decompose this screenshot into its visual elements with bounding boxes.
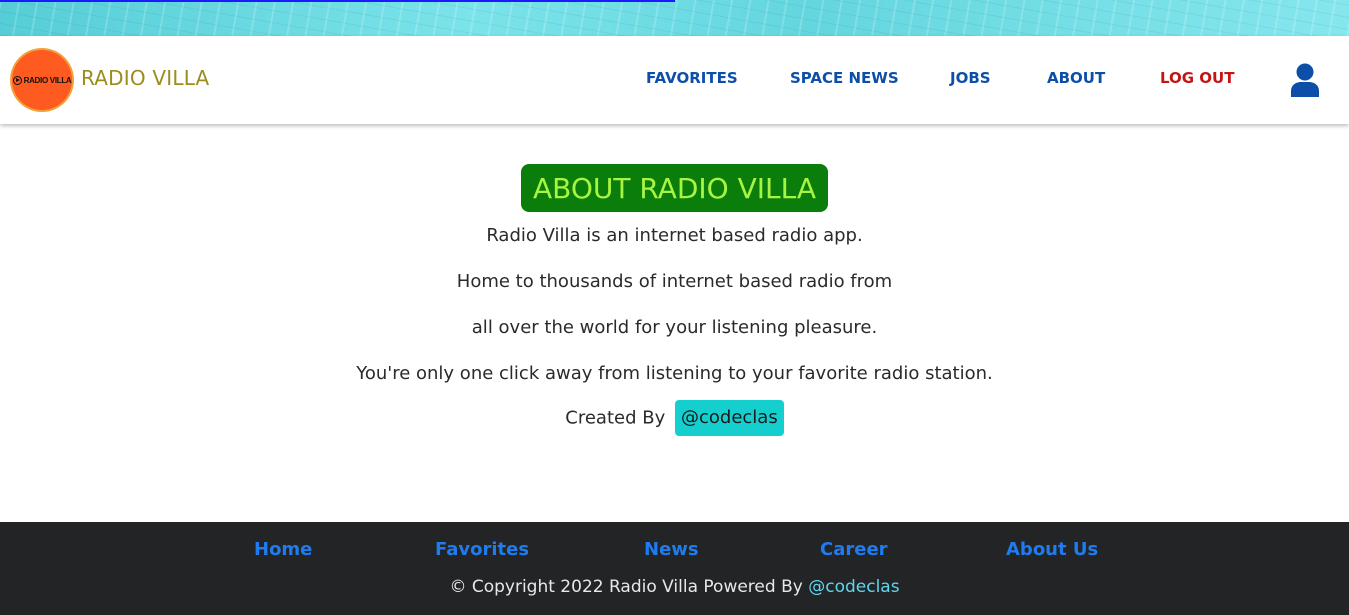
logo-text: RADIO VILLA	[23, 75, 72, 85]
about-paragraph-1: Radio Villa is an internet based radio a…	[486, 225, 863, 246]
brand-name[interactable]: RADIO VILLA	[81, 66, 209, 90]
loading-progress-bar	[0, 0, 675, 2]
nav-logout[interactable]: LOG OUT	[1160, 69, 1234, 87]
powered-by-link[interactable]: @codeclas	[808, 577, 899, 597]
nav-space-news[interactable]: SPACE NEWS	[790, 69, 899, 87]
logo-badge: RADIO VILLA	[12, 50, 72, 110]
logo[interactable]: RADIO VILLA	[10, 48, 74, 112]
nav-jobs[interactable]: JOBS	[950, 69, 991, 87]
footer-link-about-us[interactable]: About Us	[1006, 539, 1098, 560]
top-banner	[0, 0, 1349, 36]
about-paragraph-2: Home to thousands of internet based radi…	[456, 271, 893, 292]
footer-link-favorites[interactable]: Favorites	[435, 539, 529, 560]
nav-favorites[interactable]: FAVORITES	[646, 69, 738, 87]
footer-link-home[interactable]: Home	[254, 539, 312, 560]
author-link[interactable]: @codeclas	[674, 400, 784, 436]
about-paragraph-3: all over the world for your listening pl…	[471, 317, 878, 338]
about-section: ABOUT RADIO VILLA Radio Villa is an inte…	[0, 124, 1349, 522]
copyright-text: © Copyright 2022 Radio Villa Powered By	[449, 577, 803, 597]
copyright: © Copyright 2022 Radio Villa Powered By …	[0, 577, 1349, 597]
footer: Home Favorites News Career About Us © Co…	[0, 522, 1349, 615]
created-by-label: Created By	[565, 407, 666, 429]
play-icon	[12, 75, 22, 85]
footer-link-career[interactable]: Career	[820, 539, 888, 560]
banner-image	[0, 0, 1349, 36]
footer-link-news[interactable]: News	[644, 539, 699, 560]
navbar: RADIO VILLA RADIO VILLA FAVORITES SPACE …	[0, 36, 1349, 124]
user-icon[interactable]	[1290, 63, 1320, 97]
created-by-row: Created By @codeclas	[0, 400, 1349, 436]
about-paragraph-4: You're only one click away from listenin…	[356, 363, 993, 384]
page-title: ABOUT RADIO VILLA	[521, 164, 828, 212]
nav-about[interactable]: ABOUT	[1047, 69, 1105, 87]
